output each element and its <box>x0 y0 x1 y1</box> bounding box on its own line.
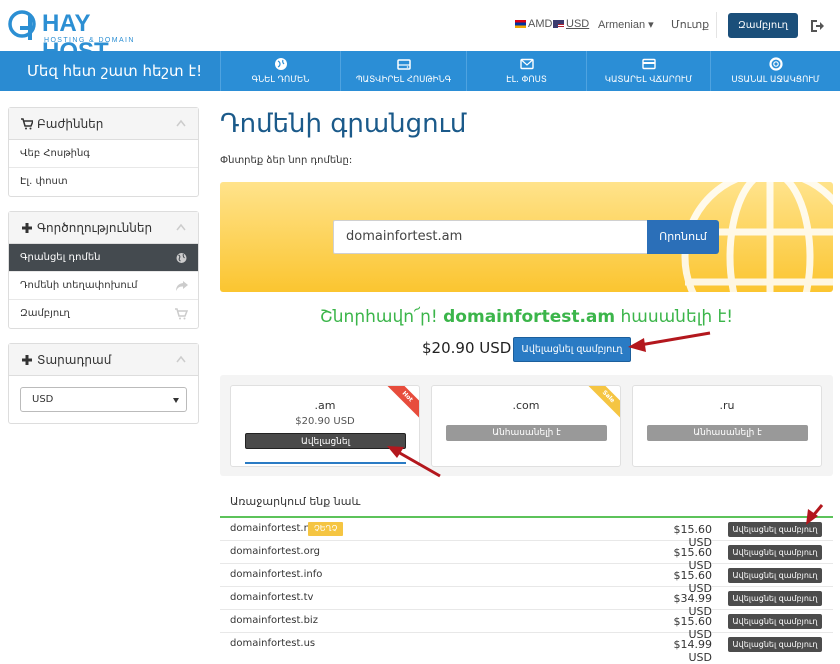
currency-switch-usd[interactable]: USD <box>553 18 589 30</box>
nav-get-support[interactable]: ՍՏԱՆԱԼ ԱՋԱԿՑՈՒՄ <box>710 51 840 91</box>
tld-underline <box>245 462 406 464</box>
actions-panel: Գործողություններ Գրանցել դոմեն Դոմենի տե… <box>8 211 199 329</box>
sidebar-item-cart[interactable]: Զամբյուղ <box>9 300 198 328</box>
main-nav: Մեզ հետ շատ հեշտ է! ԳՆԵԼ ԴՈՄԵՆ ՊԱՏՎԻՐԵԼ … <box>0 51 840 91</box>
suggestion-add-button[interactable]: Ավելացնել զամբյուղ <box>728 637 822 652</box>
nav-buy-domain[interactable]: ԳՆԵԼ ԴՈՄԵՆ <box>220 51 340 91</box>
suggestion-row: domainfortest.net ՉԵՂՉ $15.60 USD Ավելաց… <box>220 518 833 549</box>
globe-icon <box>274 58 287 70</box>
sidebar-item-web-hosting[interactable]: Վեբ Հոսթինգ <box>9 140 198 168</box>
logo[interactable]: HAY HOST HOSTING & DOMAIN <box>8 8 148 65</box>
shopping-cart-icon <box>21 118 33 130</box>
top-bar: HAY HOST HOSTING & DOMAIN AMD USD Armeni… <box>0 0 840 65</box>
chevron-up-icon <box>176 223 186 231</box>
hot-badge: ՉԵՂՉ <box>308 522 344 536</box>
currency-select[interactable]: USD <box>20 387 187 412</box>
suggestion-add-button[interactable]: Ավելացնել զամբյուղ <box>728 614 822 629</box>
divider <box>716 12 717 38</box>
sidebar: Բաժիններ Վեբ Հոսթինգ Էլ. փոստ Գործողությ… <box>8 107 199 438</box>
price-row: $20.90 USD Ավելացնել զամբյուղ <box>220 337 833 363</box>
suggestion-add-button[interactable]: Ավելացնել զամբյուղ <box>728 568 822 583</box>
currency-panel-header[interactable]: Տարադրամ <box>9 344 198 376</box>
suggestion-row: domainfortest.us $14.99 USD Ավելացնել զա… <box>220 633 833 664</box>
suggestion-add-button[interactable]: Ավելացնել զամբյուղ <box>728 591 822 606</box>
domain-price: $20.90 USD <box>422 339 512 357</box>
tld-unavailable-button: Անհասանելի է <box>446 425 607 441</box>
categories-panel: Բաժիններ Վեբ Հոսթինգ Էլ. փոստ <box>8 107 199 197</box>
suggestion-row: domainfortest.org $15.60 USD Ավելացնել զ… <box>220 541 833 572</box>
support-icon <box>768 57 783 71</box>
suggestion-row: domainfortest.info $15.60 USD Ավելացնել … <box>220 564 833 595</box>
cart-button[interactable]: Զամբյուղ <box>728 13 798 38</box>
armenia-flag-icon <box>515 20 526 29</box>
page-subtitle: Փնտրեք ձեր նոր դոմենը: <box>220 155 353 166</box>
share-arrow-icon <box>176 281 188 291</box>
tld-card-ru: .ru Անհասանելի է <box>632 385 822 467</box>
domain-search-input[interactable]: domainfortest.am <box>333 220 648 254</box>
caret-down-icon <box>173 398 179 403</box>
add-to-cart-button[interactable]: Ավելացնել զամբյուղ <box>513 337 631 362</box>
usa-flag-icon <box>553 20 564 29</box>
main-content: Դոմենի գրանցում Փնտրեք ձեր նոր դոմենը: d… <box>220 91 833 664</box>
sidebar-item-register-domain[interactable]: Գրանցել դոմեն <box>9 244 198 272</box>
server-icon <box>396 59 411 70</box>
plus-icon <box>22 223 32 233</box>
categories-panel-header[interactable]: Բաժիններ <box>9 108 198 140</box>
suggestion-add-button[interactable]: Ավելացնել զամբյուղ <box>728 545 822 560</box>
tagline: Մեզ հետ շատ հեշտ է! <box>0 51 220 91</box>
tld-card-am: Hot .am $20.90 USD Ավելացնել <box>230 385 420 467</box>
suggestions-title: Առաջարկում ենք նաև <box>230 495 361 508</box>
search-button[interactable]: Որոնում <box>647 220 719 254</box>
suggestion-add-button[interactable]: Ավելացնել զամբյուղ <box>728 522 822 537</box>
nav-make-payment[interactable]: ԿԱՏԱՐԵԼ ՎՃԱՐՈՒՄ <box>586 51 710 91</box>
domain-search-banner: domainfortest.am Որոնում <box>220 182 833 292</box>
logo-mark-icon <box>8 10 36 40</box>
chevron-up-icon <box>176 355 186 363</box>
logout-icon[interactable] <box>810 19 824 33</box>
nav-email[interactable]: ԷԼ. ՓՈՍՏ <box>466 51 586 91</box>
nav-order-hosting[interactable]: ՊԱՏՎԻՐԵԼ ՀՈՍԹԻՆԳ <box>340 51 466 91</box>
tld-card-com: Sale .com Անհասանելի է <box>431 385 621 467</box>
suggestion-row: domainfortest.tv $34.99 USD Ավելացնել զա… <box>220 587 833 618</box>
login-link[interactable]: Մուտք <box>671 18 709 31</box>
availability-message: Շնորհավո՜ր! domainfortest.am հասանելի է! <box>319 307 734 327</box>
shopping-cart-icon <box>175 308 188 320</box>
suggestion-row: domainfortest.biz $15.60 USD Ավելացնել զ… <box>220 610 833 641</box>
globe-icon <box>176 253 187 263</box>
tld-unavailable-button: Անհասանելի է <box>647 425 808 441</box>
chevron-up-icon <box>176 119 186 127</box>
logo-subtitle: HOSTING & DOMAIN <box>44 37 135 44</box>
language-dropdown[interactable]: Armenian ▾ <box>598 18 654 31</box>
currency-switch-amd[interactable]: AMD <box>515 18 552 30</box>
envelope-icon <box>519 58 534 70</box>
tld-add-button[interactable]: Ավելացնել <box>245 433 406 449</box>
actions-panel-header[interactable]: Գործողություններ <box>9 212 198 244</box>
plus-icon <box>22 355 32 365</box>
credit-card-icon <box>641 58 656 70</box>
page-title: Դոմենի գրանցում <box>220 109 467 139</box>
sidebar-item-domain-transfer[interactable]: Դոմենի տեղափոխում <box>9 272 198 300</box>
sidebar-item-email[interactable]: Էլ. փոստ <box>9 168 198 196</box>
tld-spotlight: Hot .am $20.90 USD Ավելացնել Sale .com Ա… <box>220 375 833 476</box>
currency-panel: Տարադրամ USD <box>8 343 199 424</box>
